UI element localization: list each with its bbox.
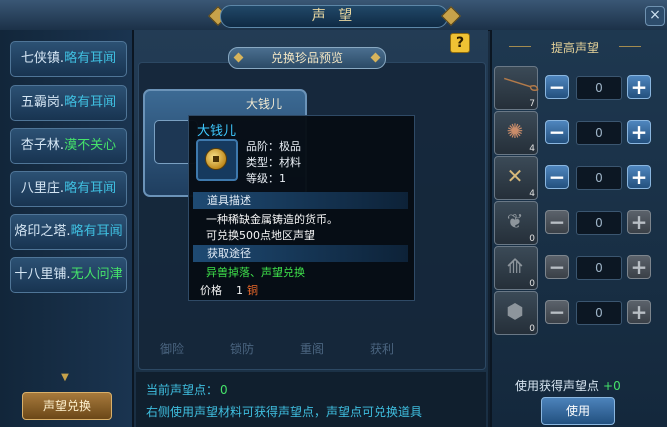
- scroll-icon: ✕: [506, 164, 524, 188]
- quantity-field[interactable]: 0: [576, 166, 622, 190]
- current-points: 当前声望点： 0: [146, 381, 228, 398]
- decrease-button[interactable]: −: [545, 300, 569, 324]
- window-title: 声 望: [220, 5, 448, 28]
- wing-icon: ❦: [506, 209, 524, 233]
- decrease-button[interactable]: −: [545, 165, 569, 189]
- region-name: 烙印之塔.: [14, 224, 71, 239]
- coin-icon: [205, 148, 227, 170]
- quantity-field[interactable]: 0: [576, 301, 622, 325]
- gain-points-value: +0: [603, 379, 621, 393]
- material-count: 4: [529, 189, 535, 199]
- region-name: 十八里铺.: [14, 267, 71, 282]
- ghost-label: 御险: [160, 342, 185, 356]
- sidebar-divider-ornament: ▼: [61, 372, 69, 383]
- price-value: 1: [236, 284, 243, 297]
- decrease-button[interactable]: −: [545, 210, 569, 234]
- ghost-label: 获利: [370, 342, 395, 356]
- increase-button[interactable]: +: [627, 75, 651, 99]
- sidebar-item-balizhuang[interactable]: 八里庄.略有耳闻: [10, 171, 127, 207]
- tab-exchange-preview[interactable]: 兑换珍品预览: [228, 47, 386, 69]
- tooltip-grade: 品阶：极品: [246, 140, 301, 153]
- material-slot[interactable]: 𐃆7: [494, 66, 540, 110]
- gain-points: 使用获得声望点 +0: [515, 377, 621, 394]
- tooltip-level: 等级：1: [246, 172, 286, 185]
- increase-button[interactable]: +: [627, 255, 651, 279]
- sidebar-item-qixiazhen[interactable]: 七侠镇.略有耳闻: [10, 41, 127, 77]
- decrease-button[interactable]: −: [545, 120, 569, 144]
- reputation-exchange-button[interactable]: 声望兑换: [22, 392, 112, 420]
- material-count: 0: [529, 234, 535, 244]
- sidebar-item-shibalipu[interactable]: 十八里铺.无人问津: [10, 257, 127, 293]
- help-button[interactable]: ?: [450, 33, 470, 53]
- region-name: 八里庄.: [20, 181, 65, 196]
- feather-icon: ✺: [506, 119, 524, 143]
- gain-points-label: 使用获得声望点: [515, 379, 600, 393]
- increase-button[interactable]: +: [627, 210, 651, 234]
- raise-reputation-title: 提高声望: [509, 39, 641, 56]
- reputation-status: 略有耳闻: [64, 95, 117, 110]
- region-name: 五霸岗.: [20, 95, 65, 110]
- sidebar-item-wubagang[interactable]: 五霸岗.略有耳闻: [10, 85, 127, 121]
- tooltip-title: 大钱儿: [197, 124, 237, 139]
- current-points-label: 当前声望点：: [146, 383, 219, 397]
- material-slot[interactable]: ❦ 0: [494, 201, 538, 245]
- claw-icon: 𐃆: [503, 74, 540, 98]
- price-unit: 铜: [247, 284, 258, 297]
- ghost-label: 锁防: [230, 342, 255, 356]
- material-count: 7: [529, 99, 535, 109]
- quantity-field[interactable]: 0: [576, 76, 622, 100]
- increase-button[interactable]: +: [627, 120, 651, 144]
- tooltip-desc-line2: 可兑换500点地区声望: [206, 229, 315, 242]
- use-button[interactable]: 使用: [541, 397, 615, 425]
- price-label: 价格: [200, 284, 222, 297]
- shard-icon: ⟰: [506, 254, 524, 278]
- material-slot[interactable]: ⬢ 0: [494, 291, 538, 335]
- usage-hint: 右侧使用声望材料可获得声望点，声望点可兑换道具: [146, 405, 423, 419]
- region-name: 七侠镇.: [20, 51, 65, 66]
- region-name: 杏子林.: [20, 138, 65, 153]
- increase-button[interactable]: +: [627, 165, 651, 189]
- reputation-status: 无人问津: [70, 267, 123, 282]
- tab-ornament-right: [370, 52, 381, 63]
- tooltip-type: 类型：材料: [246, 156, 301, 169]
- tooltip-desc-line1: 一种稀缺金属铸造的货币。: [206, 213, 338, 226]
- current-points-value: 0: [220, 383, 228, 397]
- material-slot[interactable]: ✕ 4: [494, 156, 538, 200]
- reputation-status: 略有耳闻: [64, 181, 117, 196]
- material-count: 4: [529, 144, 535, 154]
- material-slot[interactable]: ✺ 4: [494, 111, 538, 155]
- tab-label: 兑换珍品预览: [270, 51, 343, 65]
- quantity-field[interactable]: 0: [576, 211, 622, 235]
- tooltip-price: 价格 1 铜: [200, 282, 258, 298]
- exchange-item-row: 御险 锁防 重阁 获利: [160, 340, 460, 360]
- material-count: 0: [529, 324, 535, 334]
- decrease-button[interactable]: −: [545, 255, 569, 279]
- ghost-label: 重阁: [300, 342, 325, 356]
- sidebar-item-xingzilin[interactable]: 杏子林.漠不关心: [10, 128, 127, 164]
- sidebar-item-laoyinzhita[interactable]: 烙印之塔.略有耳闻: [10, 214, 127, 250]
- item-card-name: 大钱儿: [245, 97, 282, 111]
- tab-ornament-left: [233, 52, 244, 63]
- stone-icon: ⬢: [506, 299, 524, 323]
- quantity-field[interactable]: 0: [576, 121, 622, 145]
- tooltip-source-header: 获取途径: [193, 245, 408, 262]
- increase-button[interactable]: +: [627, 300, 651, 324]
- reputation-status: 略有耳闻: [70, 224, 123, 239]
- reputation-status: 略有耳闻: [64, 51, 117, 66]
- material-count: 0: [529, 279, 535, 289]
- close-button[interactable]: ×: [645, 6, 665, 26]
- material-slot[interactable]: ⟰ 0: [494, 246, 538, 290]
- decrease-button[interactable]: −: [545, 75, 569, 99]
- reputation-status: 漠不关心: [64, 138, 117, 153]
- quantity-field[interactable]: 0: [576, 256, 622, 280]
- tooltip-source-text: 异兽掉落、声望兑换: [206, 266, 305, 279]
- tooltip-desc-header: 道具描述: [193, 192, 408, 209]
